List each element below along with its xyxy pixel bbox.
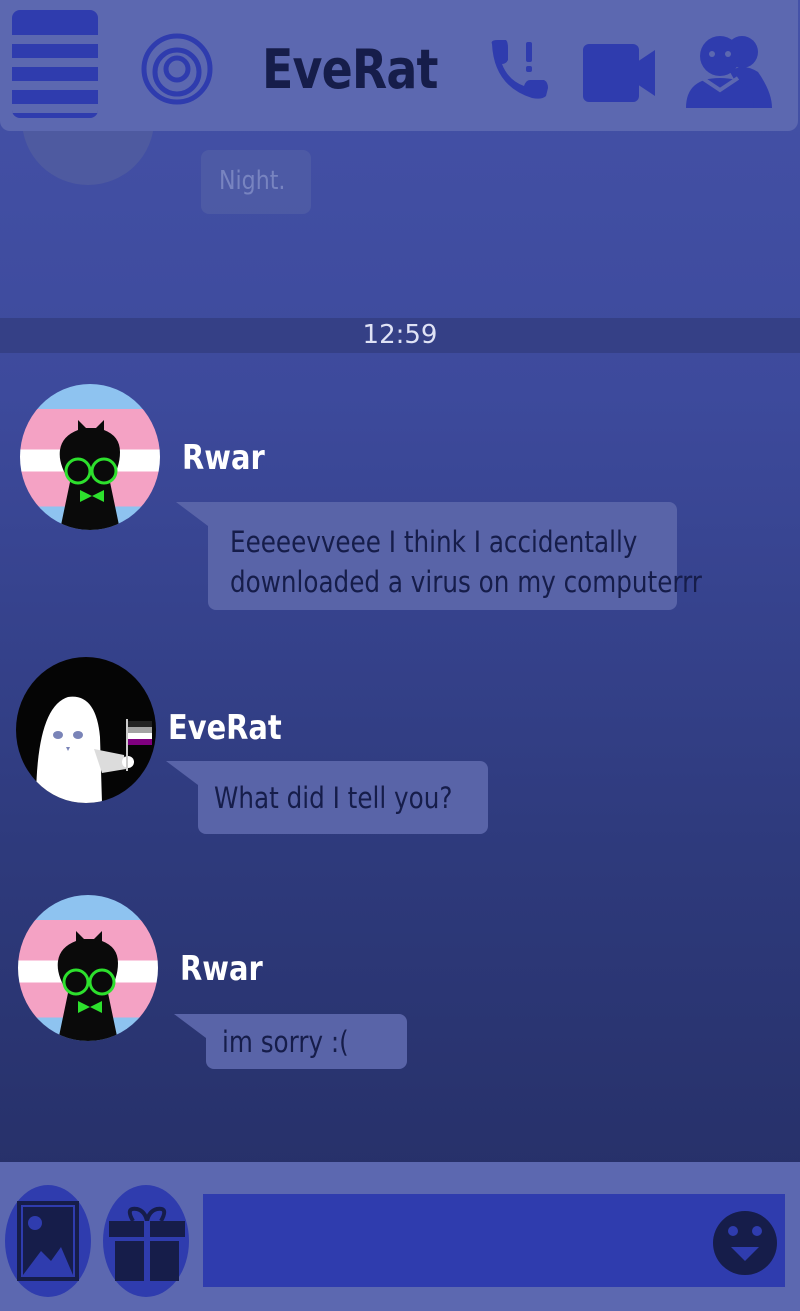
time-divider-label: 12:59 [362,320,438,350]
message-line: Eeeeevveee I think I accidentally [230,525,638,559]
message-text: Eeeeevveee I think I accidentally downlo… [230,522,702,602]
trans-flag-cat-avatar[interactable] [18,895,158,1041]
app-title: EveRat [262,38,438,101]
image-icon [17,1201,79,1281]
trans-flag-cat-avatar[interactable] [20,384,160,530]
cat-icon [59,420,120,530]
gift-button[interactable] [103,1185,189,1297]
ghost-icon [36,696,152,803]
gift-icon [109,1206,185,1281]
group-icon[interactable] [680,32,774,112]
menu-icon[interactable] [12,10,98,118]
message-text: What did I tell you? [214,778,452,818]
message-line: What did I tell you? [214,781,453,815]
video-camera-icon[interactable] [583,44,655,102]
image-button[interactable] [5,1185,91,1297]
target-icon[interactable] [140,32,214,106]
sender-name: EveRat [168,708,282,748]
message-line: im sorry :( [222,1025,349,1059]
sender-name: Rwar [182,438,265,478]
message-text: im sorry :( [222,1022,349,1062]
ghost-ace-flag-avatar[interactable] [16,657,156,803]
message-line: downloaded a virus on my computerrr [230,565,702,599]
call-alert-icon[interactable] [488,38,550,100]
top-bar: EveRat [0,0,798,131]
sender-name: Rwar [180,949,263,989]
emoji-icon[interactable] [713,1211,777,1275]
previous-message-text: Night. [219,166,286,196]
cat-icon [57,931,118,1041]
message-input[interactable] [203,1194,785,1287]
